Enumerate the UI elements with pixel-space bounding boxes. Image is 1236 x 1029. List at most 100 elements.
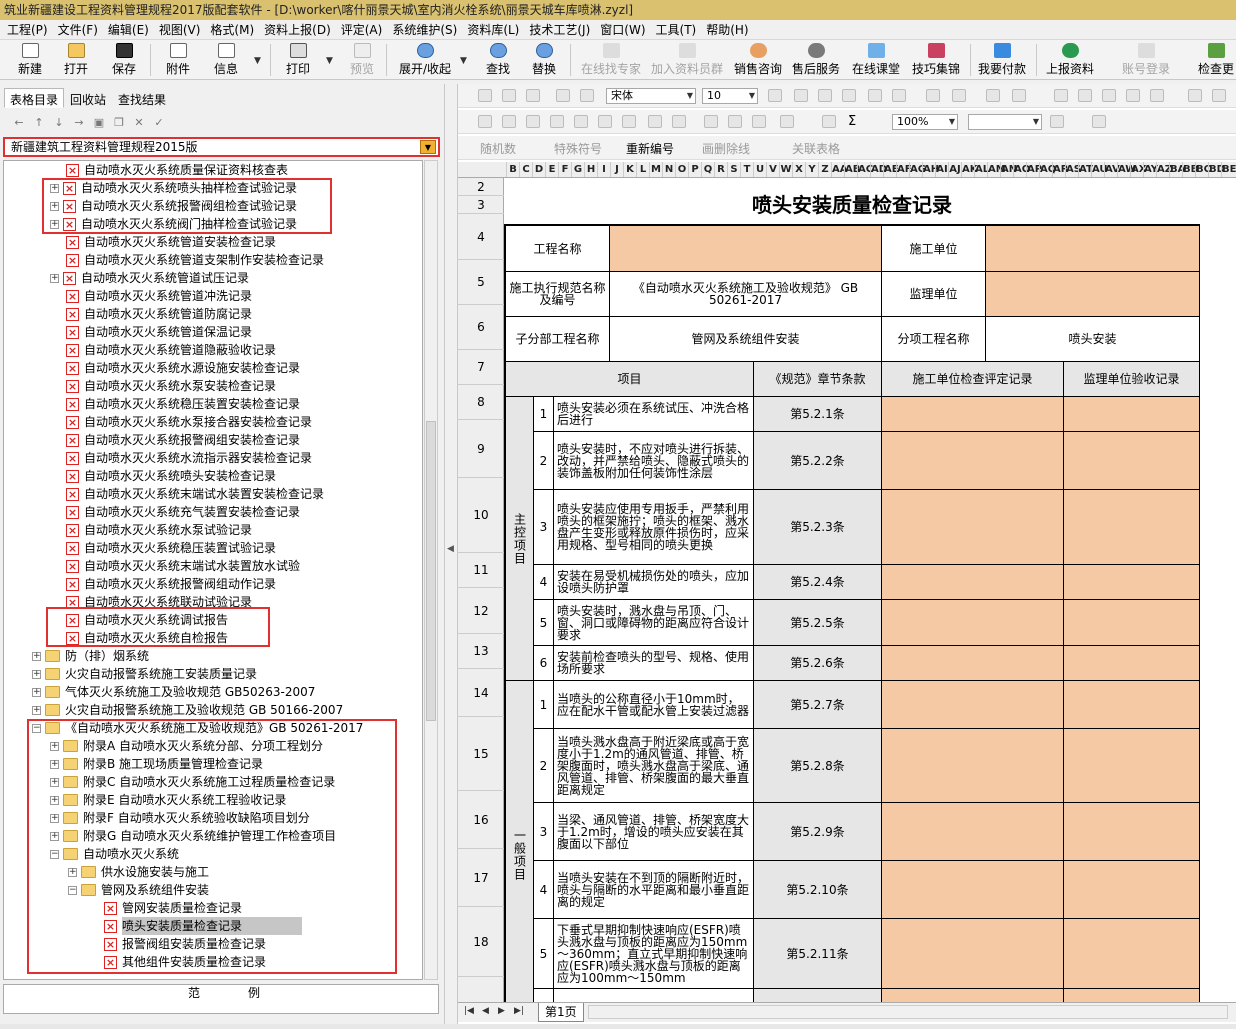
construction-record-input[interactable]: [882, 397, 1064, 432]
border-style-icon[interactable]: [1050, 115, 1064, 128]
tree-folder[interactable]: + 火灾自动报警系统施工安装质量记录: [32, 665, 257, 683]
tree-item[interactable]: + × 自动喷水灭火系统喷头抽样检查试验记录: [50, 179, 297, 197]
column-letter[interactable]: G: [571, 162, 584, 177]
column-letter[interactable]: K: [623, 162, 636, 177]
column-letter[interactable]: AH: [922, 162, 939, 177]
column-letter[interactable]: W: [779, 162, 792, 177]
column-letter[interactable]: E: [545, 162, 558, 177]
expand-icon[interactable]: +: [50, 831, 59, 841]
spec-selector[interactable]: 新疆建筑工程资料管理规程2015版 ▼: [3, 137, 440, 157]
split-icon[interactable]: [502, 115, 516, 128]
column-letter[interactable]: O: [675, 162, 688, 177]
save-button[interactable]: 保存: [108, 42, 140, 78]
after-sales-button[interactable]: 售后服务: [790, 42, 842, 78]
tree-item[interactable]: × 自动喷水灭火系统水泵试验记录: [66, 521, 252, 539]
column-letter[interactable]: AU: [1091, 162, 1108, 177]
horizontal-scrollbar[interactable]: [588, 1005, 1228, 1019]
column-letter[interactable]: AC: [857, 162, 873, 177]
fill-color-icon[interactable]: [868, 89, 882, 102]
copy-icon[interactable]: ❐: [112, 116, 126, 130]
tree-item[interactable]: × 自动喷水灭火系统充气装置安装检查记录: [66, 503, 300, 521]
special-symbol-button[interactable]: 特殊符号: [554, 140, 602, 157]
next-sheet-icon[interactable]: ▶: [498, 1006, 505, 1016]
column-letter[interactable]: B: [506, 162, 519, 177]
menu-edit[interactable]: 编辑(E): [103, 21, 154, 38]
align-center-icon[interactable]: [1078, 89, 1092, 102]
arrow-left-icon[interactable]: ←: [12, 116, 26, 130]
zoom-select[interactable]: 100% ▼: [892, 114, 958, 130]
column-letter[interactable]: AL: [974, 162, 989, 177]
tree-item[interactable]: × 自动喷水灭火系统报警阀组动作记录: [66, 575, 276, 593]
row-number[interactable]: 4: [458, 214, 504, 260]
tree-item[interactable]: × 自动喷水灭火系统报警阀组安装检查记录: [66, 431, 300, 449]
tree-item[interactable]: × 自动喷水灭火系统管道支架制作安装检查记录: [66, 251, 324, 269]
row-number[interactable]: 7: [458, 350, 504, 385]
menu-file[interactable]: 文件(F): [53, 21, 103, 38]
row-number[interactable]: 18: [458, 907, 504, 977]
border-icon[interactable]: [622, 115, 636, 128]
supervision-record-input[interactable]: [1064, 490, 1200, 565]
last-sheet-icon[interactable]: ▶|: [514, 1006, 524, 1016]
tree-folder[interactable]: + 火灾自动报警系统施工及验收规范 GB 50166-2007: [32, 701, 343, 719]
font-size-select[interactable]: 10 ▼: [702, 88, 758, 104]
tree-folder[interactable]: + 供水设施安装与施工: [68, 863, 209, 881]
tree-scrollbar[interactable]: [424, 160, 438, 980]
column-letter[interactable]: AA: [831, 162, 847, 177]
replace-button[interactable]: 替换: [528, 42, 560, 78]
column-letter[interactable]: AW: [1117, 162, 1136, 177]
check-update-button[interactable]: 检查更: [1196, 42, 1236, 78]
row-number[interactable]: 10: [458, 478, 504, 553]
arrow-down-icon[interactable]: ↓: [52, 116, 66, 130]
tree-folder[interactable]: + 附录A 自动喷水灭火系统分部、分项工程划分: [50, 737, 323, 755]
supervision-record-input[interactable]: [1064, 432, 1200, 490]
redo-icon[interactable]: [580, 89, 594, 102]
row-number[interactable]: 15: [458, 717, 504, 791]
collapse-icon[interactable]: −: [50, 849, 59, 859]
scrollbar-thumb[interactable]: [426, 421, 436, 721]
italic-icon[interactable]: [818, 89, 832, 102]
supervision-record-input[interactable]: [1064, 397, 1200, 432]
row-number[interactable]: 11: [458, 553, 504, 588]
tree-item[interactable]: × 管网安装质量检查记录: [104, 899, 242, 917]
column-letter[interactable]: AO: [1013, 162, 1030, 177]
column-letter[interactable]: AT: [1078, 162, 1093, 177]
column-letter[interactable]: AE: [883, 162, 899, 177]
tree-item[interactable]: × 自动喷水灭火系统水泵接合器安装检查记录: [66, 413, 312, 431]
tree-item[interactable]: + × 自动喷水灭火系统阀门抽样检查试验记录: [50, 215, 297, 233]
tree-item[interactable]: × 自动喷水灭火系统末端试水装置安装检查记录: [66, 485, 324, 503]
expand-icon[interactable]: +: [32, 651, 41, 661]
column-letter[interactable]: M: [649, 162, 662, 177]
supervision-record-input[interactable]: [1064, 803, 1200, 861]
check-form-icon[interactable]: ✓: [152, 116, 166, 130]
renumber-button[interactable]: 重新编号: [626, 140, 674, 157]
formula-icon[interactable]: [822, 115, 836, 128]
font-family-select[interactable]: 宋体 ▼: [606, 88, 696, 104]
column-letter[interactable]: AP: [1026, 162, 1042, 177]
paste-icon[interactable]: [526, 89, 540, 102]
row-number[interactable]: 14: [458, 669, 504, 717]
tree-item[interactable]: × 自动喷水灭火系统水源设施安装检查记录: [66, 359, 300, 377]
tree-item[interactable]: × 自动喷水灭火系统稳压装置试验记录: [66, 539, 276, 557]
linked-table-button[interactable]: 关联表格: [792, 140, 840, 157]
expand-icon[interactable]: +: [50, 273, 59, 283]
expand-icon[interactable]: +: [50, 201, 59, 211]
column-letter[interactable]: BB: [1182, 162, 1198, 177]
construction-record-input[interactable]: [882, 565, 1064, 600]
expand-icon[interactable]: +: [50, 759, 59, 769]
insert-col-icon[interactable]: [550, 115, 564, 128]
info-button[interactable]: 信息: [210, 42, 242, 78]
menu-tools[interactable]: 工具(T): [651, 21, 702, 38]
column-letter[interactable]: Z: [818, 162, 831, 177]
expand-icon[interactable]: +: [32, 687, 41, 697]
column-letter[interactable]: D: [532, 162, 545, 177]
construction-record-input[interactable]: [882, 490, 1064, 565]
tree-item[interactable]: × 自动喷水灭火系统喷头安装检查记录: [66, 467, 276, 485]
column-letter[interactable]: X: [792, 162, 805, 177]
column-letter[interactable]: BE: [1221, 162, 1236, 177]
panel-splitter[interactable]: ◀: [444, 84, 458, 1029]
tab-form-catalog[interactable]: 表格目录: [4, 88, 65, 108]
construction-record-input[interactable]: [882, 919, 1064, 989]
expand-icon[interactable]: +: [32, 669, 41, 679]
column-letter[interactable]: AY: [1143, 162, 1158, 177]
column-letter[interactable]: AD: [870, 162, 887, 177]
